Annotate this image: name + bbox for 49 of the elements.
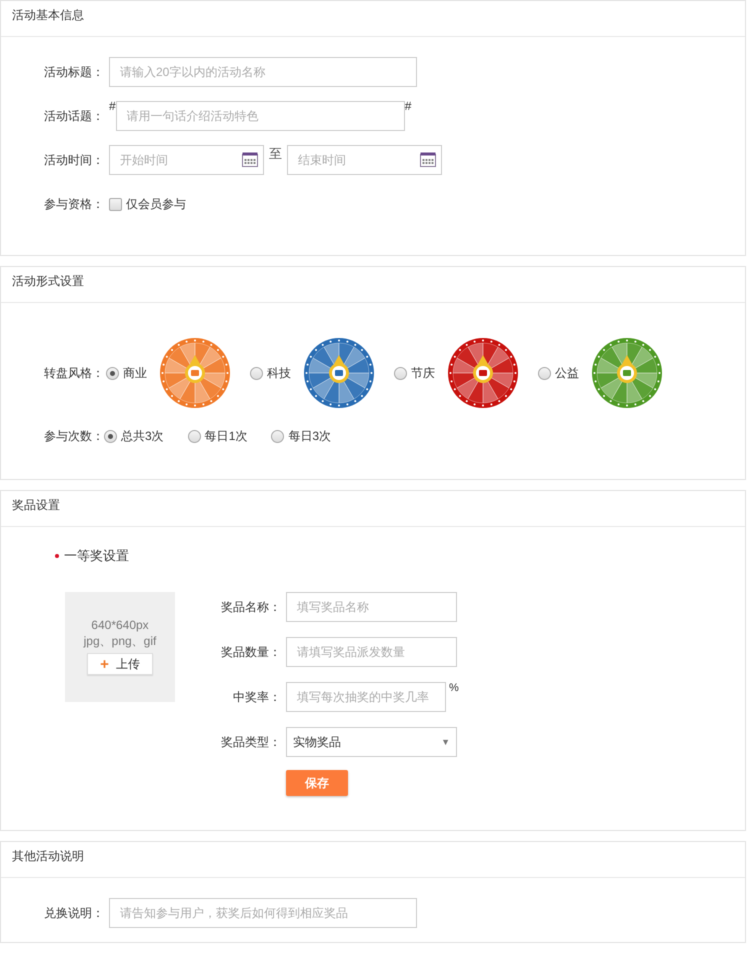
input-field[interactable]: 填写每次抽奖的中奖几率 <box>286 682 446 712</box>
checkbox-option[interactable]: 仅会员参与 <box>109 196 186 212</box>
select-field[interactable]: 实物奖品 ▼ <box>286 727 457 757</box>
radio-option[interactable]: 每日1次 <box>188 428 248 444</box>
size-hint: 640*640px <box>91 617 149 633</box>
field-label: 活动话题： <box>43 108 104 124</box>
radio-option[interactable]: 公益 <box>538 364 579 382</box>
wheel-drawing <box>303 337 375 409</box>
radio-option[interactable]: 科技 <box>250 364 291 382</box>
radio-option[interactable]: 节庆 <box>394 364 435 382</box>
input-field[interactable]: 请用一句话介绍活动特色 <box>116 101 405 131</box>
panel-title: 其他活动说明 <box>1 842 745 878</box>
input-field[interactable]: 填写奖品名称 <box>286 592 457 622</box>
field-label: 奖品名称： <box>220 598 281 616</box>
field-label: 奖品数量： <box>220 644 281 660</box>
wheel-drawing <box>447 337 519 409</box>
calendar-icon[interactable] <box>420 152 436 167</box>
field-label: 兑换说明： <box>43 904 104 922</box>
hash-mark: # <box>109 99 116 113</box>
percent-sign: % <box>449 682 459 694</box>
wheel-drawing <box>159 337 231 409</box>
input-field[interactable]: 请告知参与用户，获奖后如何得到相应奖品 <box>109 898 417 928</box>
panel-title: 奖品设置 <box>1 491 745 527</box>
dropdown-arrow-icon: ▼ <box>441 737 450 747</box>
field-label: 活动标题： <box>43 64 104 80</box>
calendar-icon[interactable] <box>242 152 258 167</box>
hash-mark: # <box>404 99 412 113</box>
radio-option[interactable]: 商业 <box>106 364 147 382</box>
field-label: 中奖率： <box>232 688 281 706</box>
date-field[interactable]: 结束时间 <box>287 145 442 175</box>
format-hint: jpg、png、gif <box>84 633 156 649</box>
field-label: 参与次数： <box>43 428 104 444</box>
separator-text: 至 <box>269 145 282 163</box>
radio-option[interactable]: 总共3次 <box>104 428 164 444</box>
input-field[interactable]: 请填写奖品派发数量 <box>286 637 457 667</box>
field-label: 转盘风格： <box>43 364 104 382</box>
field-label: 参与资格： <box>43 196 104 212</box>
plus-icon: + <box>100 656 109 672</box>
radio-option[interactable]: 每日3次 <box>271 428 332 444</box>
panel-title: 活动形式设置 <box>1 267 745 303</box>
bullet-icon <box>55 554 59 558</box>
upload-button[interactable]: + 上传 <box>87 653 153 675</box>
field-label: 奖品类型： <box>220 734 281 750</box>
panel-title: 活动基本信息 <box>1 1 745 37</box>
field-label: 活动时间： <box>43 152 104 168</box>
wheel-drawing <box>591 337 663 409</box>
date-field[interactable]: 开始时间 <box>109 145 264 175</box>
prize-title: 一等奖设置 <box>64 547 129 565</box>
input-field[interactable]: 请输入20字以内的活动名称 <box>109 57 417 87</box>
